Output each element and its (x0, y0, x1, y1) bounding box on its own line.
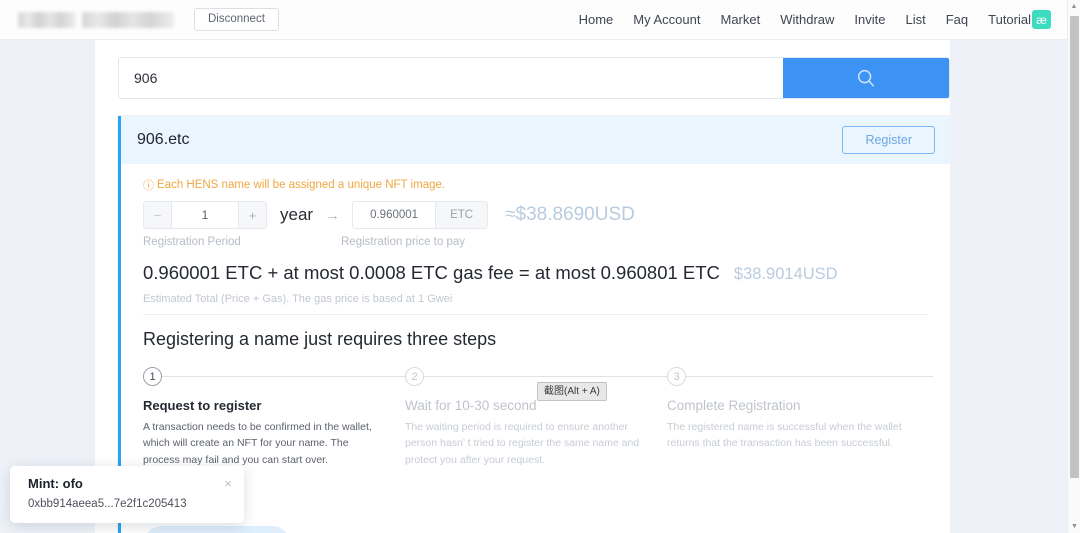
registration-period-label: Registration Period (143, 236, 241, 248)
content-panel: 906.etc Register ⓘ Each HENS name will b… (95, 40, 950, 533)
arrow-right-icon: → (325, 206, 341, 224)
vertical-scrollbar[interactable]: ▲ ▼ (1067, 0, 1080, 533)
toast-transaction-hash: 0xbb914aeea5...7e2f1c205413 (28, 498, 187, 510)
step-3-title: Complete Registration (667, 398, 801, 413)
price-input[interactable] (353, 202, 436, 228)
close-icon[interactable]: × (224, 477, 232, 490)
nft-notice-text: Each HENS name will be assigned a unique… (157, 179, 446, 191)
nav-item-invite[interactable]: Invite (854, 12, 885, 27)
period-input[interactable] (172, 202, 238, 228)
domain-name: 906.etc (137, 131, 190, 148)
nav-item-tutorial-group: Tutorial æ (988, 10, 1051, 29)
redacted-balance (18, 11, 76, 28)
price-usd-approx: ≈$38.8690USD (505, 204, 635, 225)
redacted-address (82, 11, 174, 28)
nav-item-list[interactable]: List (905, 12, 925, 27)
nav-item-home[interactable]: Home (579, 12, 614, 27)
top-navbar: Disconnect Home My Account Market Withdr… (0, 0, 1067, 40)
nft-notice: ⓘ Each HENS name will be assigned a uniq… (143, 177, 932, 193)
pricing-sub-labels: Registration Period Registration price t… (143, 236, 932, 258)
toast-title: Mint: ofo (28, 476, 83, 491)
period-decrement-button[interactable]: − (144, 202, 172, 228)
nav-item-faq[interactable]: Faq (946, 12, 968, 27)
register-button[interactable]: Register (842, 125, 935, 155)
step-3: 3 Complete Registration The registered n… (667, 367, 929, 468)
step-2-title: Wait for 10-30 second (405, 398, 537, 413)
nav-item-market[interactable]: Market (720, 12, 760, 27)
toast-title-row: Mint: ofo × (28, 476, 232, 491)
disconnect-button[interactable]: Disconnect (194, 7, 279, 32)
step-1-number: 1 (143, 367, 162, 386)
request-to-register-button[interactable]: Request to Register (143, 526, 291, 533)
step-3-description: The registered name is successful when t… (667, 421, 902, 450)
app-root: Disconnect Home My Account Market Withdr… (0, 0, 1080, 533)
nav-item-my-account[interactable]: My Account (633, 12, 700, 27)
search-button[interactable] (783, 58, 949, 98)
total-line: 0.960001 ETC + at most 0.0008 ETC gas fe… (143, 262, 932, 284)
step-2-number: 2 (405, 367, 424, 386)
search-bar (118, 57, 950, 99)
action-row: Request to Register ⓘ Insufficient balan… (143, 526, 696, 533)
screenshot-tooltip: 截图(Alt + A) (537, 382, 607, 401)
nav-links: Home My Account Market Withdraw Invite L… (579, 10, 1067, 29)
total-breakdown: 0.960001 ETC + at most 0.0008 ETC gas fe… (143, 262, 720, 283)
period-stepper: − + (143, 201, 267, 229)
step-2-description: The waiting period is required to ensure… (405, 421, 640, 466)
total-usd: $38.9014USD (733, 265, 838, 283)
registration-price-label: Registration price to pay (341, 236, 466, 248)
step-1: 1 Request to register A transaction need… (143, 367, 405, 468)
info-circle-icon: ⓘ (143, 180, 154, 192)
price-currency-label: ETC (435, 202, 488, 228)
mint-toast: Mint: ofo × 0xbb914aeea5...7e2f1c205413 (10, 466, 244, 523)
result-card-body: ⓘ Each HENS name will be assigned a uniq… (121, 164, 950, 533)
scroll-up-arrow-icon[interactable]: ▲ (1068, 0, 1080, 13)
step-1-description: A transaction needs to be confirmed in t… (143, 421, 372, 466)
price-field: ETC (352, 201, 489, 229)
step-3-number: 3 (667, 367, 686, 386)
search-icon (857, 69, 875, 87)
page-body: 906.etc Register ⓘ Each HENS name will b… (0, 40, 1067, 533)
pricing-row: − + year → ETC ≈$38.8690USD (143, 201, 932, 229)
nav-item-withdraw[interactable]: Withdraw (780, 12, 834, 27)
wallet-info: Disconnect (18, 7, 279, 32)
total-note: Estimated Total (Price + Gas). The gas p… (143, 293, 928, 315)
period-increment-button[interactable]: + (238, 202, 266, 228)
result-card-header: 906.etc Register (121, 116, 950, 164)
redacted-account-info (18, 11, 174, 28)
ae-logo-icon[interactable]: æ (1032, 10, 1051, 29)
period-unit-label: year (280, 205, 314, 224)
scrollbar-thumb[interactable] (1070, 16, 1079, 478)
steps-title: Registering a name just requires three s… (143, 329, 497, 349)
step-1-title: Request to register (143, 398, 262, 413)
step-2: 2 Wait for 10-30 second The waiting peri… (405, 367, 667, 468)
search-input[interactable] (119, 58, 783, 98)
scroll-down-arrow-icon[interactable]: ▼ (1068, 520, 1080, 533)
nav-item-tutorial[interactable]: Tutorial (988, 12, 1031, 27)
